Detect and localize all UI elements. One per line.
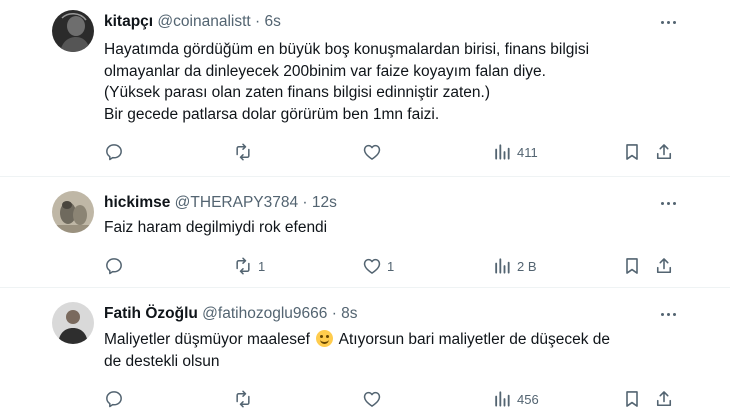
like-button[interactable]: 1 — [362, 254, 394, 278]
tweet-text-segment: Atıyorsun bari maliyetler de düşecek de — [335, 331, 611, 348]
tweet[interactable]: Fatih Özoğlu @fatihozoglu9666 · 8s Maliy… — [0, 288, 730, 420]
retweet-button[interactable] — [233, 387, 258, 411]
bookmark-button[interactable] — [622, 254, 642, 278]
tweet-text-line: Faiz haram degilmiydi rok efendi — [104, 219, 328, 236]
animal-photo-avatar-icon — [52, 191, 94, 233]
avatar[interactable] — [52, 191, 94, 233]
view-count: 411 — [517, 144, 538, 160]
reply-button[interactable] — [104, 387, 129, 411]
like-count: 1 — [387, 258, 395, 274]
user-handle[interactable]: @fatihozoglu9666 — [202, 305, 327, 322]
tweet[interactable]: kitapçı @coinanalistt · 6s Hayatımda gör… — [0, 0, 730, 176]
bookmark-icon — [622, 389, 642, 409]
more-options-button[interactable] — [658, 12, 678, 32]
tweet-text-line: de destekli olsun — [104, 352, 220, 370]
views-bar-chart-icon — [492, 142, 512, 162]
tweet-text: Faiz haram degilmiydi rok efendi — [104, 217, 674, 239]
share-button[interactable] — [654, 254, 674, 278]
timestamp[interactable]: 6s — [265, 13, 281, 30]
tweet-actions: 411 — [104, 140, 684, 164]
tweet-header: hickimse @THERAPY3784 · 12s — [104, 193, 337, 213]
views-button[interactable]: 2 B — [492, 254, 537, 278]
bookmark-icon — [622, 142, 642, 162]
like-button[interactable] — [362, 140, 387, 164]
more-dots-icon — [660, 312, 676, 316]
share-icon — [654, 256, 674, 276]
tweet-header: kitapçı @coinanalistt · 6s — [104, 12, 281, 32]
avatar[interactable] — [52, 302, 94, 344]
retweet-count: 1 — [258, 258, 266, 274]
tweet-text-segment: Maliyetler düşmüyor maalesef — [104, 331, 315, 348]
views-button[interactable]: 456 — [492, 387, 539, 411]
avatar[interactable] — [52, 10, 94, 52]
heart-icon — [362, 142, 382, 162]
tweet-text-line: olmayanlar da dinleyecek 200binim var fa… — [104, 62, 546, 80]
user-name[interactable]: hickimse — [104, 194, 170, 211]
tweet-text: Hayatımda gördüğüm en büyük boş konuşmal… — [104, 39, 674, 125]
reply-icon — [104, 256, 124, 276]
tweet-actions: 456 — [104, 387, 684, 411]
retweet-button[interactable]: 1 — [233, 254, 265, 278]
separator-dot: · — [255, 13, 261, 30]
user-name[interactable]: Fatih Özoğlu — [104, 305, 198, 322]
user-handle[interactable]: @THERAPY3784 — [175, 194, 298, 211]
tweet[interactable]: hickimse @THERAPY3784 · 12s Faiz haram d… — [0, 177, 730, 287]
smiling-face-emoji-icon — [316, 330, 334, 347]
retweet-icon — [233, 256, 253, 276]
retweet-icon — [233, 142, 253, 162]
tweet-text-line: Bir gecede patlarsa dolar görürüm ben 1m… — [104, 105, 440, 123]
person-photo-avatar-icon — [52, 302, 94, 344]
bookmark-icon — [622, 256, 642, 276]
views-bar-chart-icon — [492, 389, 512, 409]
more-options-button[interactable] — [658, 304, 678, 324]
reply-icon — [104, 389, 124, 409]
tweet-text-line: Hayatımda gördüğüm en büyük boş konuşmal… — [104, 41, 590, 58]
reply-icon — [104, 142, 124, 162]
view-count: 456 — [517, 391, 539, 407]
user-name[interactable]: kitapçı — [104, 13, 153, 30]
share-icon — [654, 142, 674, 162]
retweet-button[interactable] — [233, 140, 258, 164]
more-dots-icon — [660, 201, 676, 205]
more-dots-icon — [660, 20, 676, 24]
separator-dot: · — [331, 305, 337, 322]
share-icon — [654, 389, 674, 409]
tweet-text-line: (Yüksek parası olan zaten finans bilgisi… — [104, 84, 490, 101]
share-button[interactable] — [654, 140, 674, 164]
dark-profile-avatar-icon — [52, 10, 94, 52]
reply-button[interactable] — [104, 140, 129, 164]
share-button[interactable] — [654, 387, 674, 411]
reply-button[interactable] — [104, 254, 129, 278]
tweet-text-line: Maliyetler düşmüyor maalesef Atıyorsun b… — [104, 329, 674, 351]
heart-icon — [362, 389, 382, 409]
bookmark-button[interactable] — [622, 387, 642, 411]
views-bar-chart-icon — [492, 256, 512, 276]
tweet-header: Fatih Özoğlu @fatihozoglu9666 · 8s — [104, 304, 358, 324]
views-button[interactable]: 411 — [492, 140, 538, 164]
bookmark-button[interactable] — [622, 140, 642, 164]
timestamp[interactable]: 8s — [341, 305, 357, 322]
user-handle[interactable]: @coinanalistt — [157, 13, 250, 30]
more-options-button[interactable] — [658, 193, 678, 213]
view-count: 2 B — [517, 258, 537, 274]
tweet-text: Maliyetler düşmüyor maalesef Atıyorsun b… — [104, 329, 674, 372]
heart-icon — [362, 256, 382, 276]
separator-dot: · — [302, 194, 308, 211]
like-button[interactable] — [362, 387, 387, 411]
tweet-actions: 1 1 2 B — [104, 254, 684, 278]
retweet-icon — [233, 389, 253, 409]
timestamp[interactable]: 12s — [312, 194, 337, 211]
